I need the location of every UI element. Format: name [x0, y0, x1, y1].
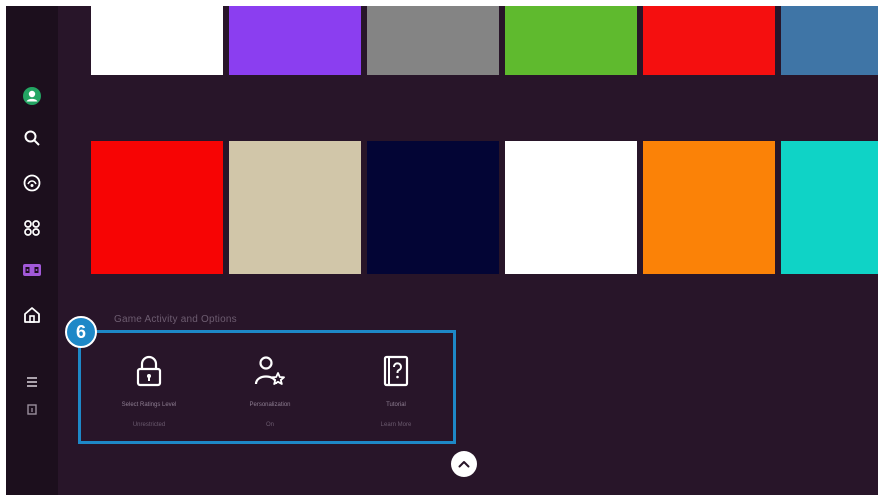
- sidebar-item-profile[interactable]: [20, 84, 44, 108]
- game-tile[interactable]: [781, 141, 878, 274]
- game-tile[interactable]: [91, 6, 223, 75]
- menu-icon: [27, 377, 37, 387]
- sidebar: [6, 6, 58, 495]
- game-tile[interactable]: [229, 141, 361, 274]
- option-value: On: [265, 422, 274, 428]
- profile-icon: [23, 87, 41, 105]
- option-label: Tutorial: [386, 402, 406, 408]
- game-tile[interactable]: [643, 6, 775, 75]
- chevron-up-icon: [458, 461, 470, 468]
- home-icon: [24, 307, 40, 323]
- game-tile[interactable]: [505, 6, 637, 75]
- sidebar-item-apps[interactable]: [20, 216, 44, 240]
- sidebar-item-menu[interactable]: [20, 370, 44, 394]
- gaming-hub-icon: [23, 264, 41, 276]
- sidebar-item-search[interactable]: [20, 126, 44, 150]
- sidebar-item-ambient[interactable]: [20, 171, 44, 195]
- personalization-icon: [254, 356, 285, 385]
- sidebar-item-source[interactable]: [20, 398, 44, 422]
- game-tile[interactable]: [91, 141, 223, 274]
- option-ratings-level[interactable]: Select Ratings Level Unrestricted: [94, 354, 204, 428]
- option-tutorial[interactable]: Tutorial Learn More: [341, 354, 451, 428]
- game-tile[interactable]: [781, 6, 878, 75]
- game-tile[interactable]: [643, 141, 775, 274]
- option-value: Learn More: [380, 422, 412, 428]
- section-title: Game Activity and Options: [114, 314, 237, 325]
- option-label: Personalization: [249, 402, 291, 408]
- game-tile[interactable]: [229, 6, 361, 75]
- tutorial-icon: [383, 355, 409, 387]
- source-icon: [27, 404, 37, 415]
- game-tile[interactable]: [367, 6, 499, 75]
- option-label: Select Ratings Level: [121, 402, 177, 408]
- sidebar-item-gaming-hub[interactable]: [20, 258, 44, 282]
- apps-icon: [24, 220, 40, 236]
- tv-screen: Game Activity and Options 6 Select Ratin…: [6, 6, 878, 495]
- ambient-icon: [23, 174, 41, 192]
- scroll-up-button[interactable]: [451, 451, 477, 477]
- search-icon: [24, 130, 40, 146]
- sidebar-item-home[interactable]: [20, 303, 44, 327]
- game-tile[interactable]: [505, 141, 637, 274]
- game-tile[interactable]: [367, 141, 499, 274]
- option-value: Unrestricted: [132, 422, 166, 428]
- lock-icon: [136, 355, 162, 387]
- option-personalization[interactable]: Personalization On: [215, 354, 325, 428]
- callout-badge: 6: [65, 316, 97, 348]
